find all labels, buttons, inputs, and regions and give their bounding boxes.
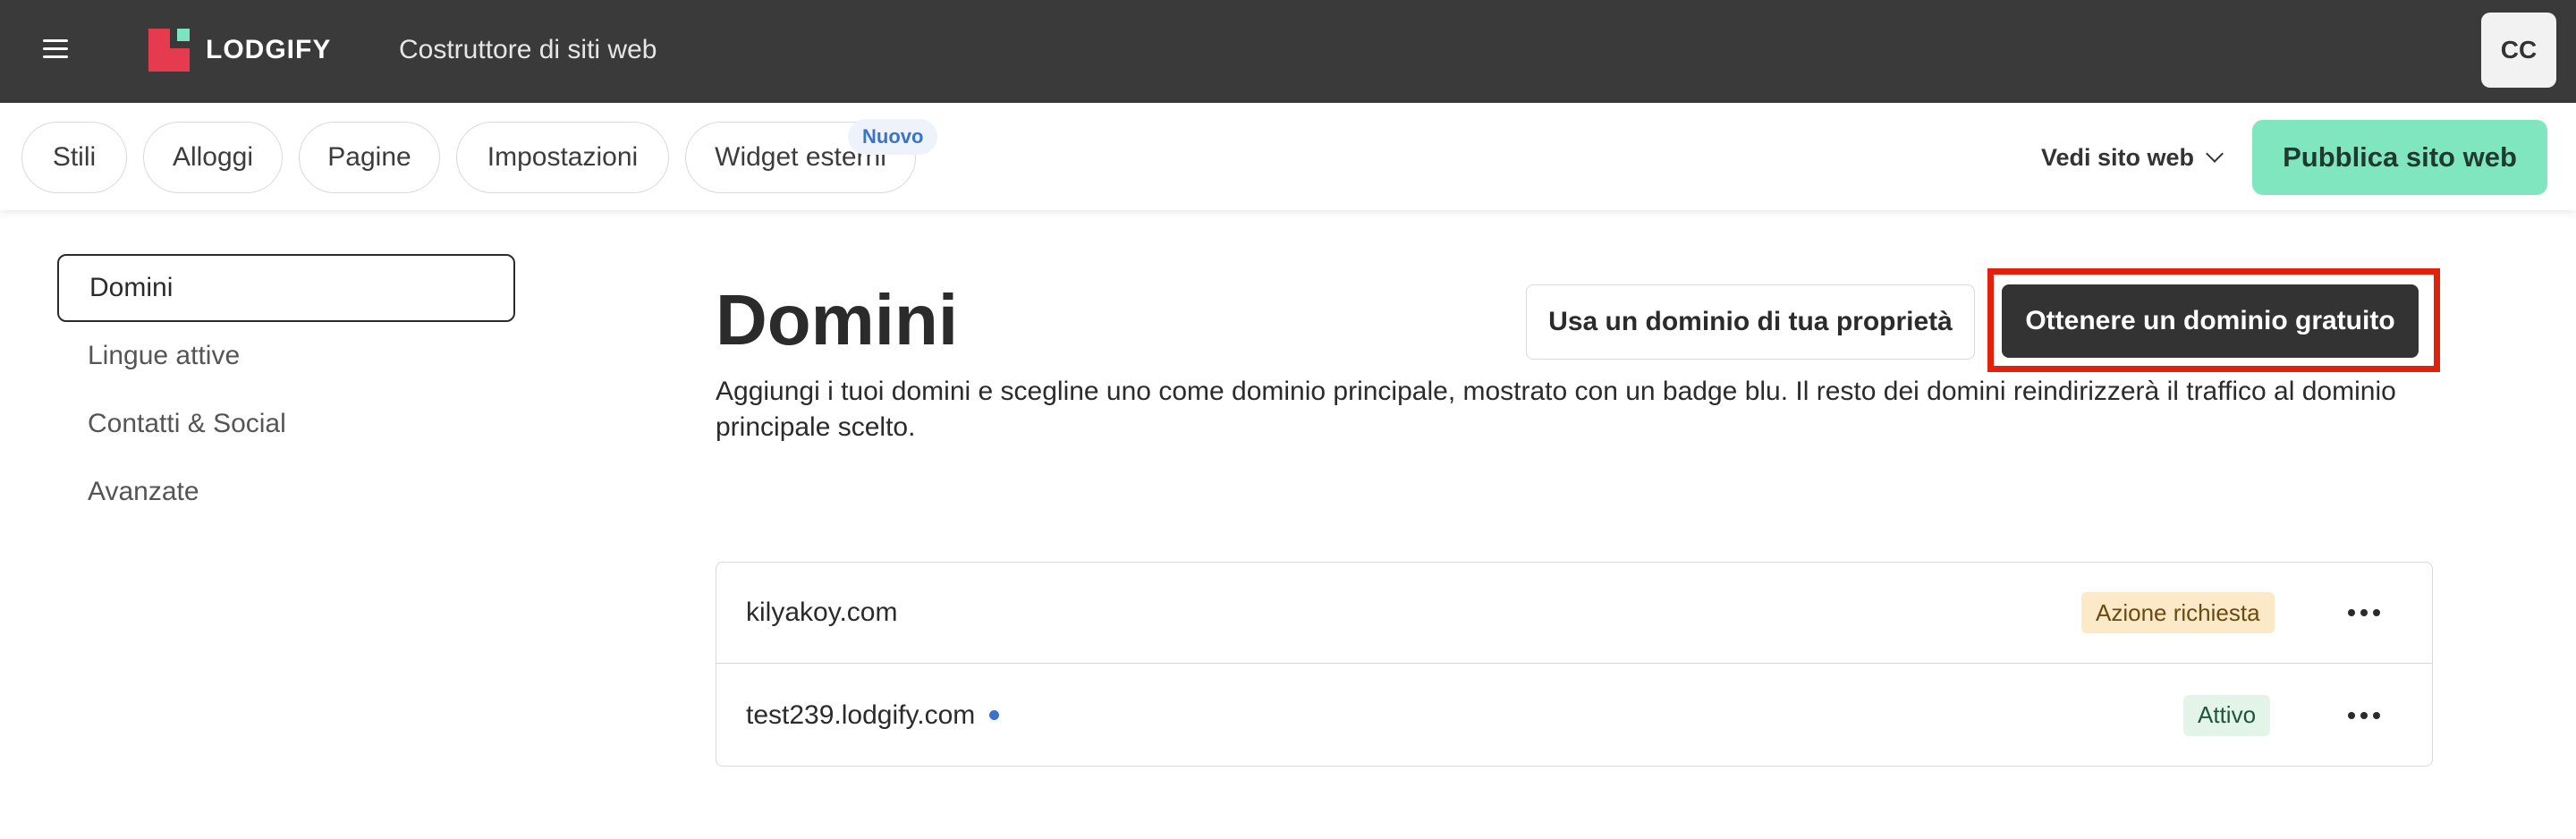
sidebar-item-lingue-attive[interactable]: Lingue attive [57,322,515,390]
sidebar-item-contatti-social[interactable]: Contatti & Social [57,390,515,458]
sidebar-item-domini[interactable]: Domini [57,254,515,322]
menu-icon[interactable] [43,39,70,61]
chevron-down-icon [2206,145,2224,163]
list-item: test239.lodgify.com Attivo [716,665,2432,766]
status-badge: Azione richiesta [2081,592,2275,633]
sidebar-item-avanzate[interactable]: Avanzate [57,458,515,526]
tab-stili[interactable]: Stili [21,122,127,193]
top-bar: LODGIFY Costruttore di siti web CC [0,0,2576,103]
publish-website-button[interactable]: Pubblica sito web [2252,120,2547,195]
list-item: kilyakoy.com Azione richiesta [716,563,2432,664]
page-title: Domini [716,280,959,360]
new-badge: Nuovo [848,119,938,155]
more-options-icon[interactable] [2337,695,2391,736]
tab-pagine[interactable]: Pagine [299,122,440,193]
primary-domain-dot-icon [989,710,1000,720]
tab-impostazioni[interactable]: Impostazioni [456,122,669,193]
editor-toolbar: Stili Alloggi Pagine Impostazioni Widget… [0,103,2576,210]
logo[interactable]: LODGIFY [148,29,331,72]
app-title: Costruttore di siti web [399,35,657,64]
use-own-domain-button[interactable]: Usa un dominio di tua proprietà [1526,284,1975,360]
domain-name: kilyakoy.com [746,597,898,627]
brand-name: LODGIFY [206,35,332,64]
more-options-icon[interactable] [2337,592,2391,633]
status-badge: Attivo [2183,694,2271,736]
avatar[interactable]: CC [2481,13,2556,88]
tab-alloggi[interactable]: Alloggi [143,122,283,193]
domain-name: test239.lodgify.com [746,699,976,730]
page-description: Aggiungi i tuoi domini e scegline uno co… [716,377,2396,442]
get-free-domain-button[interactable]: Ottenere un dominio gratuito [2002,284,2419,358]
domains-list: kilyakoy.com Azione richiesta test239.lo… [716,562,2433,767]
view-site-label: Vedi sito web [2041,143,2195,171]
view-site-dropdown[interactable]: Vedi sito web [2041,135,2224,180]
lodgify-logo-icon [148,29,190,72]
